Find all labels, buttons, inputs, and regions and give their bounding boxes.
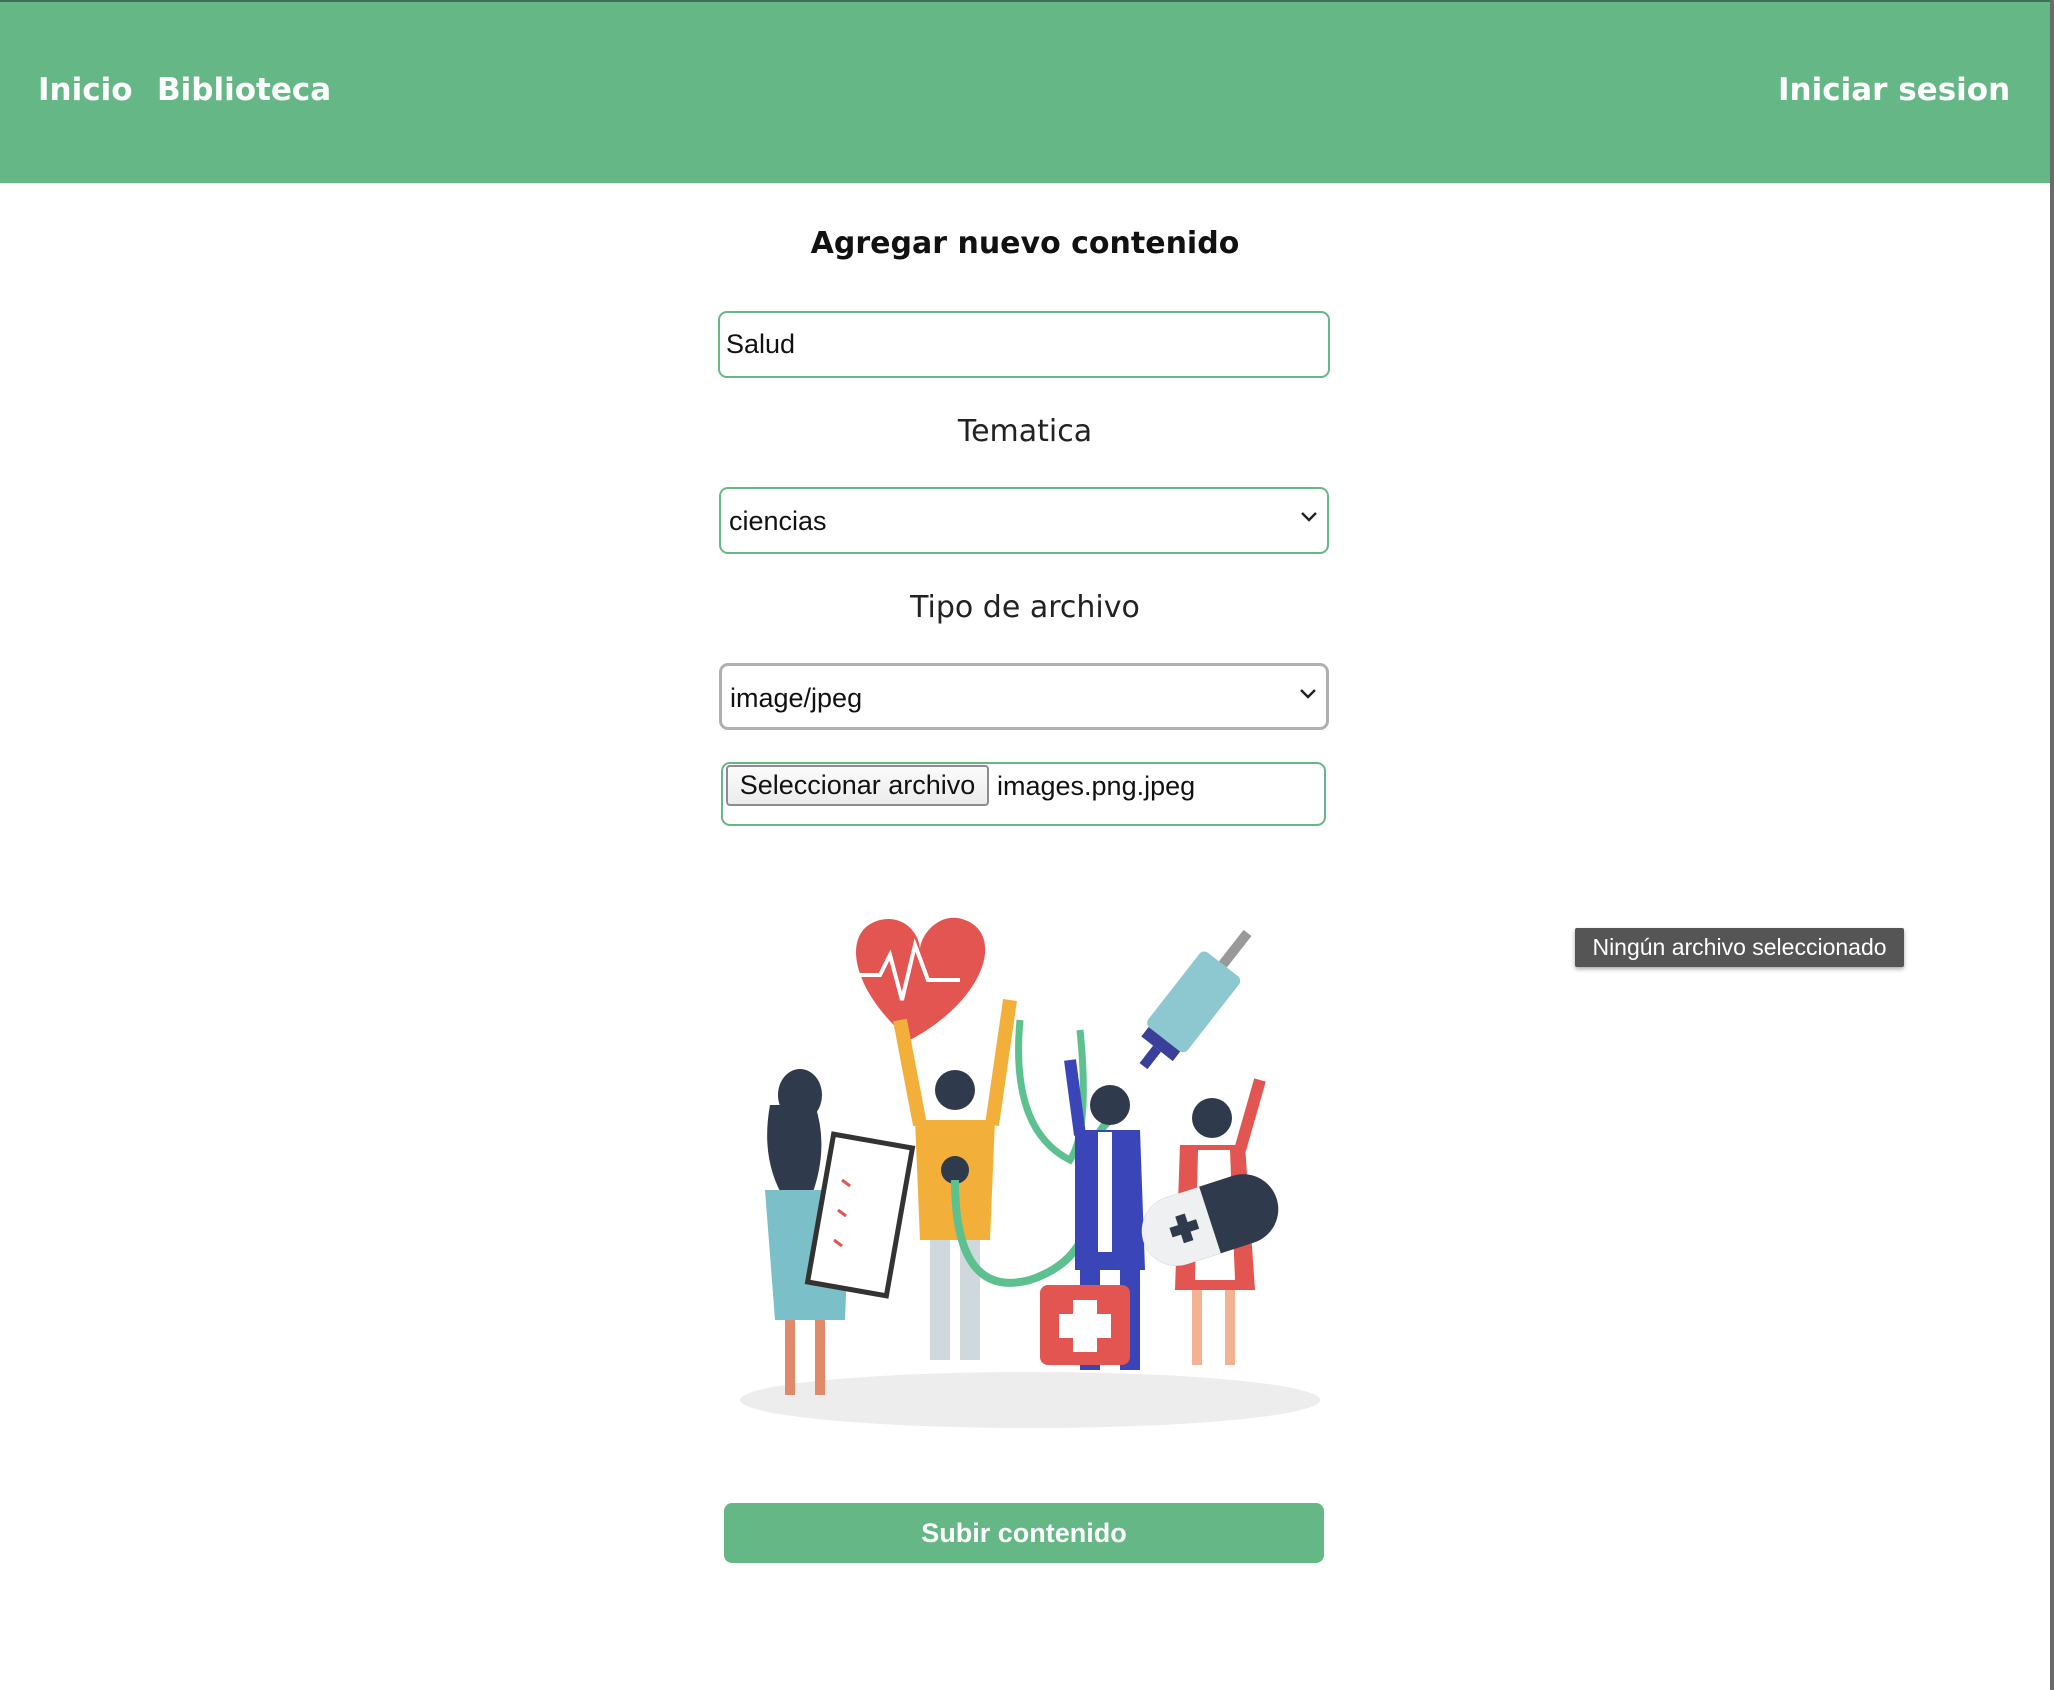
window-edge <box>2050 0 2054 1690</box>
page-title: Agregar nuevo contenido <box>810 226 1240 261</box>
health-team-illustration <box>740 917 1320 1428</box>
tipo-archivo-label: Tipo de archivo <box>910 590 1140 625</box>
upload-content-button[interactable]: Subir contenido <box>724 1503 1324 1563</box>
file-input[interactable]: Seleccionar archivo images.png.jpeg <box>721 762 1326 826</box>
selected-file-name: images.png.jpeg <box>997 771 1196 801</box>
chevron-down-icon <box>1300 689 1316 699</box>
tipo-archivo-select[interactable]: image/jpeg <box>719 663 1329 730</box>
login-link[interactable]: Iniciar sesion <box>1778 72 2010 108</box>
nav-link-biblioteca[interactable]: Biblioteca <box>157 72 331 108</box>
tematica-selected-value: ciencias <box>729 506 827 536</box>
top-navbar: Inicio Biblioteca Iniciar sesion <box>0 0 2050 183</box>
tematica-select[interactable]: ciencias <box>719 487 1329 554</box>
file-input-tooltip: Ningún archivo seleccionado <box>1575 928 1904 967</box>
select-file-button[interactable]: Seleccionar archivo <box>726 765 989 806</box>
nav-link-inicio[interactable]: Inicio <box>38 72 133 108</box>
chevron-down-icon <box>1301 512 1317 522</box>
title-input[interactable]: Salud <box>718 311 1330 378</box>
tipo-archivo-selected-value: image/jpeg <box>730 683 863 713</box>
tematica-label: Tematica <box>957 414 1093 449</box>
title-input-value: Salud <box>726 329 796 359</box>
